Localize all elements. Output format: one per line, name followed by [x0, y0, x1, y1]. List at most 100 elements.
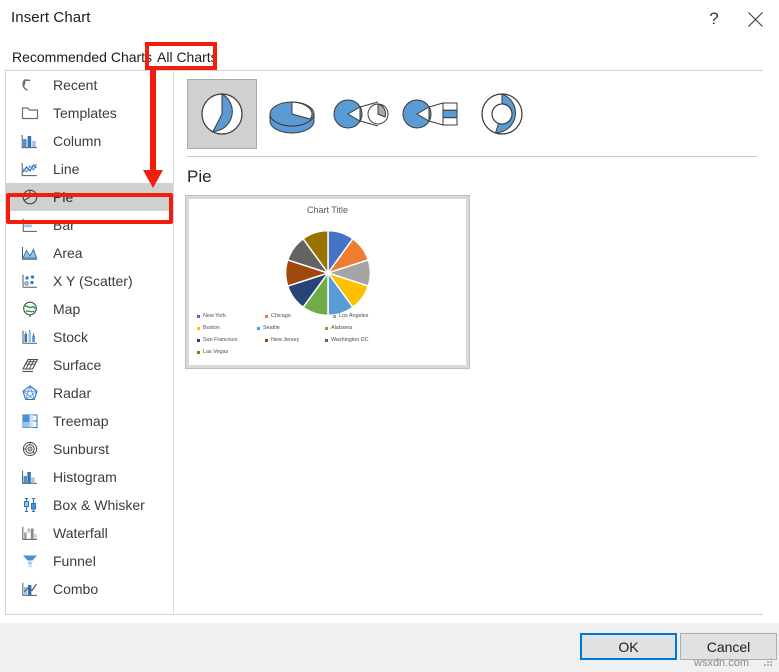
- sidebar-item-label: Radar: [53, 385, 92, 401]
- chart-type-list[interactable]: Recent Templates Column Line Pie Bar Are…: [6, 71, 174, 614]
- tab-recommended-charts[interactable]: Recommended Charts: [5, 44, 159, 70]
- legend-swatch: [197, 326, 200, 330]
- subtype-divider: [187, 156, 757, 157]
- sidebar-item-treemap[interactable]: Treemap: [6, 407, 173, 435]
- globe-map-icon: [18, 298, 42, 320]
- tab-strip: Recommended Charts All Charts: [0, 44, 779, 70]
- histogram-chart-icon: [18, 466, 42, 488]
- legend-label: Chicago: [271, 313, 291, 319]
- subtype-doughnut[interactable]: [467, 79, 537, 149]
- legend-swatch: [197, 314, 200, 318]
- subtype-pie-of-pie[interactable]: [327, 79, 397, 149]
- sidebar-item-bar[interactable]: Bar: [6, 211, 173, 239]
- sidebar-item-histogram[interactable]: Histogram: [6, 463, 173, 491]
- sidebar-item-line[interactable]: Line: [6, 155, 173, 183]
- close-icon[interactable]: [735, 0, 775, 38]
- legend-swatch: [265, 314, 268, 318]
- undo-arrow-icon: [18, 74, 42, 96]
- legend-item: Boston: [197, 322, 257, 334]
- chart-legend: New York Chicago Los Angeles Boston Seattle A…: [197, 310, 460, 358]
- area-chart-icon: [18, 242, 42, 264]
- resize-grip[interactable]: [764, 658, 774, 668]
- folder-icon: [18, 102, 42, 124]
- sidebar-item-label: Column: [53, 133, 102, 149]
- sidebar-item-label: Stock: [53, 329, 89, 345]
- sidebar-item-scatter[interactable]: X Y (Scatter): [6, 267, 173, 295]
- subtype-bar-of-pie[interactable]: [397, 79, 467, 149]
- legend-item: Washington DC: [325, 334, 393, 346]
- legend-swatch: [325, 338, 328, 342]
- legend-swatch: [197, 338, 200, 342]
- sidebar-item-label: Pie: [53, 189, 74, 205]
- sidebar-item-label: Map: [53, 301, 81, 317]
- legend-swatch: [197, 350, 200, 354]
- legend-item: San Francisco: [197, 334, 265, 346]
- sunburst-chart-icon: [18, 438, 42, 460]
- help-icon[interactable]: ?: [694, 0, 734, 38]
- legend-swatch: [257, 326, 260, 330]
- sidebar-item-combo[interactable]: Combo: [6, 575, 173, 603]
- legend-label: Los Angeles: [339, 313, 369, 319]
- sidebar-item-sunburst[interactable]: Sunburst: [6, 435, 173, 463]
- sidebar-item-box-whisker[interactable]: Box & Whisker: [6, 491, 173, 519]
- chart-canvas: Chart Title New York Chicago Los Angeles Bo…: [189, 199, 466, 365]
- sidebar-item-label: Area: [53, 245, 83, 261]
- legend-swatch: [265, 338, 268, 342]
- sidebar-item-area[interactable]: Area: [6, 239, 173, 267]
- waterfall-chart-icon: [18, 522, 42, 544]
- sidebar-item-label: Surface: [53, 357, 102, 373]
- chart-preview[interactable]: Chart Title New York Chicago Los Angeles Bo…: [185, 195, 470, 369]
- sidebar-item-label: Funnel: [53, 553, 96, 569]
- legend-swatch: [325, 326, 328, 330]
- chart-title: Chart Title: [306, 205, 348, 215]
- legend-swatch: [333, 314, 336, 318]
- sidebar-item-label: Combo: [53, 581, 99, 597]
- sidebar-item-map[interactable]: Map: [6, 295, 173, 323]
- cancel-button[interactable]: Cancel: [680, 633, 777, 660]
- subtype-pie-3d[interactable]: [257, 79, 327, 149]
- sidebar-item-label: Waterfall: [53, 525, 108, 541]
- sidebar-item-funnel[interactable]: Funnel: [6, 547, 173, 575]
- subtype-pie[interactable]: [187, 79, 257, 149]
- legend-item: Alabama: [325, 322, 393, 334]
- dialog-title: Insert Chart: [11, 9, 91, 26]
- watermark: wsxdn.com: [694, 657, 750, 669]
- sidebar-item-label: Bar: [53, 217, 75, 233]
- sidebar-item-templates[interactable]: Templates: [6, 99, 173, 127]
- sidebar-item-stock[interactable]: Stock: [6, 323, 173, 351]
- sidebar-item-radar[interactable]: Radar: [6, 379, 173, 407]
- legend-label: Seattle: [263, 325, 280, 331]
- sidebar-item-surface[interactable]: Surface: [6, 351, 173, 379]
- pie-graphic: [282, 227, 374, 319]
- tab-all-charts-label: All Charts: [157, 49, 218, 65]
- sidebar-item-waterfall[interactable]: Waterfall: [6, 519, 173, 547]
- radar-chart-icon: [18, 382, 42, 404]
- cancel-button-label: Cancel: [706, 638, 751, 655]
- sidebar-item-label: Histogram: [53, 469, 117, 485]
- dialog-footer: OK Cancel: [0, 623, 779, 672]
- ok-button[interactable]: OK: [580, 633, 677, 660]
- legend-item: Seattle: [257, 322, 325, 334]
- sidebar-item-pie[interactable]: Pie: [6, 183, 173, 211]
- column-chart-icon: [18, 130, 42, 152]
- sidebar-item-recent[interactable]: Recent: [6, 71, 173, 99]
- sidebar-item-label: Box & Whisker: [53, 497, 145, 513]
- legend-label: New York: [203, 313, 226, 319]
- preview-heading: Pie: [187, 167, 212, 186]
- sidebar-item-label: Recent: [53, 77, 98, 93]
- legend-item: Las Vegas: [197, 346, 265, 358]
- sidebar-item-column[interactable]: Column: [6, 127, 173, 155]
- insert-chart-dialog: Insert Chart ? Recommended Charts All Ch…: [0, 0, 779, 672]
- legend-label: Boston: [203, 325, 220, 331]
- sidebar-item-label: Treemap: [53, 413, 109, 429]
- legend-label: San Francisco: [203, 337, 238, 343]
- chart-subtype-thumbnails: [187, 79, 752, 149]
- combo-chart-icon: [18, 578, 42, 600]
- legend-item: Chicago: [265, 310, 333, 322]
- ok-button-label: OK: [618, 638, 639, 655]
- tab-all-charts[interactable]: All Charts: [150, 44, 225, 70]
- legend-label: Alabama: [331, 325, 353, 331]
- sidebar-item-label: X Y (Scatter): [53, 273, 133, 289]
- box-whisker-chart-icon: [18, 494, 42, 516]
- dialog-content-panel: Recent Templates Column Line Pie Bar Are…: [5, 70, 763, 615]
